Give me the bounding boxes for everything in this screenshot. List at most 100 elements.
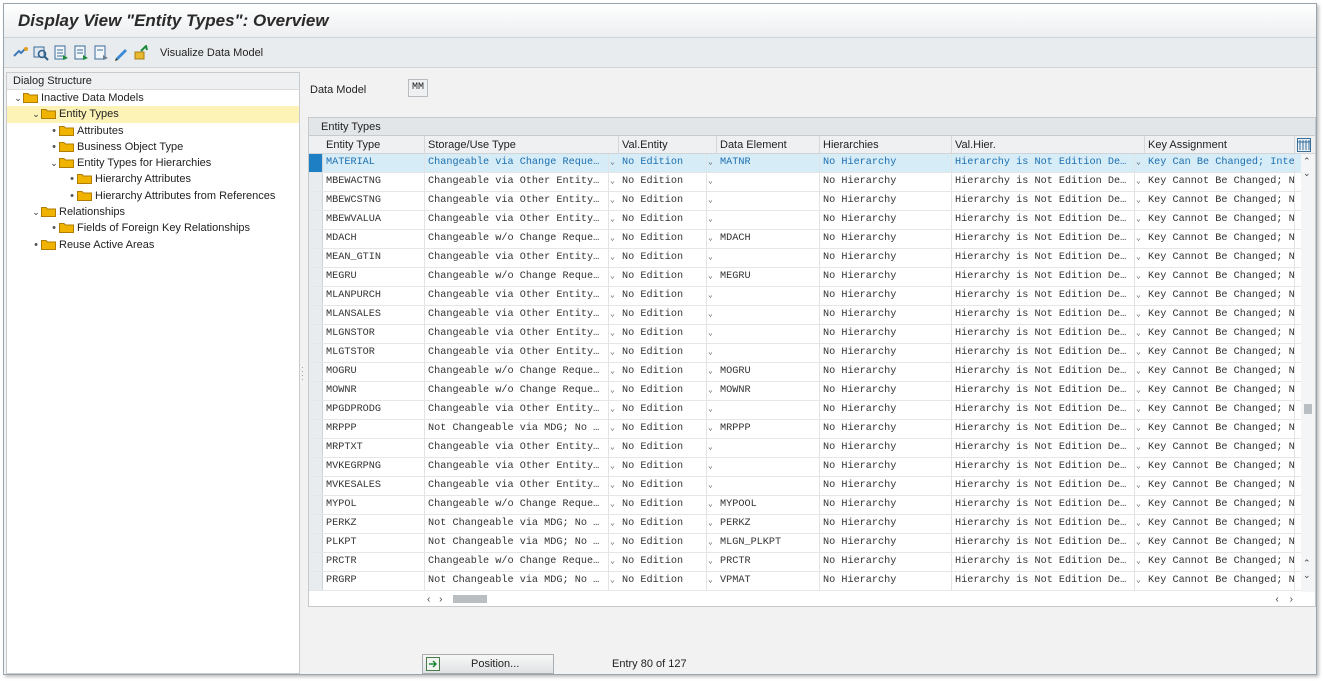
dropdown-arrow-icon[interactable]: ⌄ — [610, 268, 615, 286]
row-selector[interactable] — [309, 306, 323, 324]
scroll-up-icon[interactable]: ⌃ — [1303, 156, 1311, 167]
table-row[interactable]: MVKESALES Changeable via Other Entity… ⌄ No… — [309, 477, 1315, 496]
scroll-right-icon[interactable]: › — [439, 594, 442, 605]
dropdown-arrow-icon[interactable]: ⌄ — [610, 287, 615, 305]
dropdown-arrow-icon[interactable]: ⌄ — [610, 534, 615, 552]
dropdown-arrow-icon[interactable]: ⌄ — [708, 363, 713, 381]
deselect-all-icon[interactable] — [92, 44, 109, 61]
dropdown-arrow-icon[interactable]: ⌄ — [708, 192, 713, 210]
table-row[interactable]: MLANPURCH Changeable via Other Entity… ⌄ No… — [309, 287, 1315, 306]
table-row[interactable]: MLGNSTOR Changeable via Other Entity… ⌄ No … — [309, 325, 1315, 344]
column-header[interactable]: Entity Type — [323, 136, 425, 154]
row-selector[interactable] — [309, 572, 323, 590]
dropdown-arrow-icon[interactable]: ⌄ — [708, 249, 713, 267]
dropdown-arrow-icon[interactable]: ⌄ — [708, 496, 713, 514]
row-selector[interactable] — [309, 382, 323, 400]
tree-node[interactable]: • Fields of Foreign Key Relationships — [7, 220, 299, 236]
table-row[interactable]: MRPPP Not Changeable via MDG; No … ⌄ No Edi… — [309, 420, 1315, 439]
dropdown-arrow-icon[interactable]: ⌄ — [610, 496, 615, 514]
table-settings-icon[interactable] — [1297, 138, 1311, 152]
table-row[interactable]: MRPTXT Changeable via Other Entity… ⌄ No Ed… — [309, 439, 1315, 458]
dropdown-arrow-icon[interactable]: ⌄ — [708, 287, 713, 305]
scroll-right-icon[interactable]: › — [1290, 594, 1293, 605]
column-header[interactable]: Hierarchies — [820, 136, 952, 154]
dropdown-arrow-icon[interactable]: ⌄ — [1136, 192, 1141, 210]
dropdown-arrow-icon[interactable]: ⌄ — [610, 192, 615, 210]
dropdown-arrow-icon[interactable]: ⌄ — [1136, 534, 1141, 552]
row-selector[interactable] — [309, 553, 323, 571]
dropdown-arrow-icon[interactable]: ⌄ — [610, 306, 615, 324]
dropdown-arrow-icon[interactable]: ⌄ — [708, 534, 713, 552]
dropdown-arrow-icon[interactable]: ⌄ — [708, 401, 713, 419]
dropdown-arrow-icon[interactable]: ⌄ — [1136, 230, 1141, 248]
dropdown-arrow-icon[interactable]: ⌄ — [708, 515, 713, 533]
column-header[interactable]: Data Element — [717, 136, 820, 154]
select-all-icon[interactable] — [52, 44, 69, 61]
dropdown-arrow-icon[interactable]: ⌄ — [708, 211, 713, 229]
select-block-icon[interactable] — [72, 44, 89, 61]
horizontal-scrollbar-left[interactable]: ‹ › — [427, 594, 488, 606]
dropdown-arrow-icon[interactable]: ⌄ — [1136, 173, 1141, 191]
row-selector[interactable] — [309, 496, 323, 514]
expand-arrow-icon[interactable]: ⌄ — [31, 106, 41, 122]
table-row[interactable]: MBEWCSTNG Changeable via Other Entity… ⌄ No… — [309, 192, 1315, 211]
dropdown-arrow-icon[interactable]: ⌄ — [708, 154, 713, 172]
tree-node[interactable]: • Business Object Type — [7, 139, 299, 155]
table-row[interactable]: MLANSALES Changeable via Other Entity… ⌄ No… — [309, 306, 1315, 325]
page-down-icon[interactable]: ⌄ — [1303, 570, 1311, 581]
row-selector[interactable] — [309, 458, 323, 476]
table-row[interactable]: MOGRU Changeable w/o Change Reque… ⌄ No Edi… — [309, 363, 1315, 382]
dropdown-arrow-icon[interactable]: ⌄ — [708, 553, 713, 571]
dropdown-arrow-icon[interactable]: ⌄ — [610, 401, 615, 419]
row-selector[interactable] — [309, 154, 323, 172]
dropdown-arrow-icon[interactable]: ⌄ — [708, 458, 713, 476]
dropdown-arrow-icon[interactable]: ⌄ — [708, 306, 713, 324]
expand-arrow-icon[interactable]: ⌄ — [31, 204, 41, 220]
dropdown-arrow-icon[interactable]: ⌄ — [1136, 287, 1141, 305]
transport-icon[interactable] — [132, 44, 149, 61]
dropdown-arrow-icon[interactable]: ⌄ — [610, 325, 615, 343]
dropdown-arrow-icon[interactable]: ⌄ — [1136, 211, 1141, 229]
table-row[interactable]: MOWNR Changeable w/o Change Reque… ⌄ No Edi… — [309, 382, 1315, 401]
dropdown-arrow-icon[interactable]: ⌄ — [1136, 553, 1141, 571]
dropdown-arrow-icon[interactable]: ⌄ — [708, 439, 713, 457]
table-row[interactable]: MATERIAL Changeable via Change Reque… ⌄ No … — [309, 154, 1315, 173]
row-selector[interactable] — [309, 534, 323, 552]
expand-arrow-icon[interactable]: ⌄ — [49, 155, 59, 171]
dropdown-arrow-icon[interactable]: ⌄ — [610, 382, 615, 400]
dropdown-arrow-icon[interactable]: ⌄ — [708, 268, 713, 286]
dropdown-arrow-icon[interactable]: ⌄ — [708, 344, 713, 362]
row-selector[interactable] — [309, 477, 323, 495]
dropdown-arrow-icon[interactable]: ⌄ — [708, 572, 713, 590]
tree-node[interactable]: • Reuse Active Areas — [7, 237, 299, 253]
tree-node[interactable]: ⌄ Relationships — [7, 204, 299, 220]
dropdown-arrow-icon[interactable]: ⌄ — [610, 211, 615, 229]
table-row[interactable]: MDACH Changeable w/o Change Reque… ⌄ No Edi… — [309, 230, 1315, 249]
dropdown-arrow-icon[interactable]: ⌄ — [610, 173, 615, 191]
dropdown-arrow-icon[interactable]: ⌄ — [610, 572, 615, 590]
tree-node[interactable]: ⌄ Inactive Data Models — [7, 90, 299, 106]
vertical-scroll-thumb[interactable] — [1304, 404, 1312, 414]
table-row[interactable]: MEGRU Changeable w/o Change Reque… ⌄ No Edi… — [309, 268, 1315, 287]
column-header[interactable]: Val.Hier. — [952, 136, 1145, 154]
table-row[interactable]: MBEWACTNG Changeable via Other Entity… ⌄ No… — [309, 173, 1315, 192]
dropdown-arrow-icon[interactable]: ⌄ — [610, 439, 615, 457]
scroll-left-icon[interactable]: ‹ — [1276, 594, 1279, 605]
dropdown-arrow-icon[interactable]: ⌄ — [610, 249, 615, 267]
row-selector[interactable] — [309, 363, 323, 381]
tree-node[interactable]: ⌄ Entity Types — [7, 106, 299, 123]
page-up-icon[interactable]: ⌃ — [1303, 558, 1311, 569]
table-row[interactable]: PRGRP Not Changeable via MDG; No … ⌄ No Edi… — [309, 572, 1315, 591]
dropdown-arrow-icon[interactable]: ⌄ — [1136, 268, 1141, 286]
tree-node[interactable]: • Hierarchy Attributes — [7, 171, 299, 187]
row-selector[interactable] — [309, 344, 323, 362]
table-row[interactable]: MYPOL Changeable w/o Change Reque… ⌄ No Edi… — [309, 496, 1315, 515]
dropdown-arrow-icon[interactable]: ⌄ — [1136, 306, 1141, 324]
dropdown-arrow-icon[interactable]: ⌄ — [1136, 458, 1141, 476]
horizontal-scroll-thumb[interactable] — [453, 595, 488, 603]
horizontal-scrollbar-right[interactable]: ‹ › — [1276, 594, 1293, 605]
dropdown-arrow-icon[interactable]: ⌄ — [610, 553, 615, 571]
dropdown-arrow-icon[interactable]: ⌄ — [1136, 515, 1141, 533]
row-selector[interactable] — [309, 173, 323, 191]
dropdown-arrow-icon[interactable]: ⌄ — [708, 477, 713, 495]
